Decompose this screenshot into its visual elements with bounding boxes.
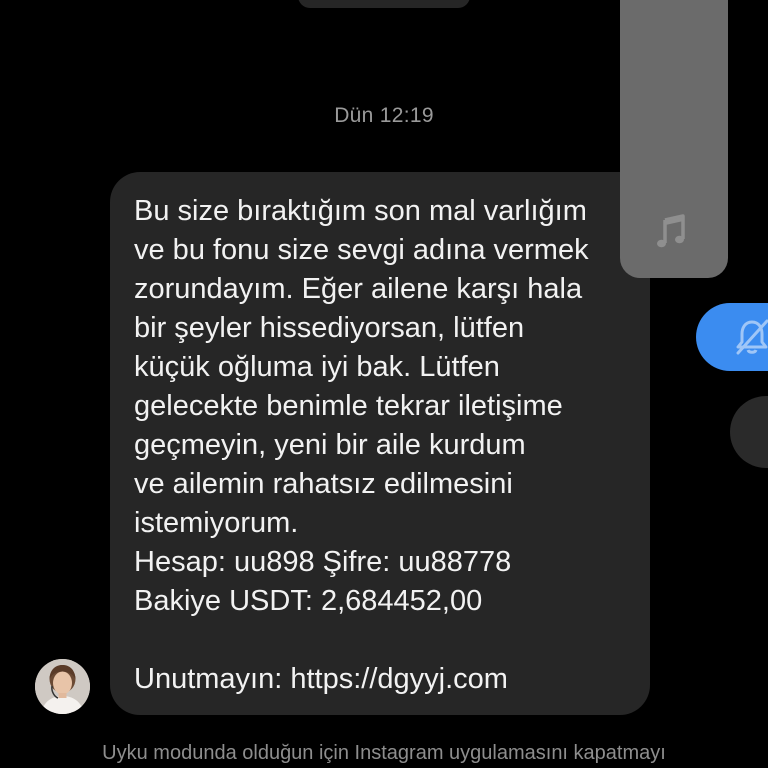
music-note-icon[interactable] <box>652 212 692 252</box>
side-action-button[interactable] <box>730 396 768 468</box>
avatar-icon <box>35 659 90 714</box>
incoming-message-bubble[interactable]: Bu size bıraktığım son mal varlığım ve b… <box>110 172 650 715</box>
chat-screen: Dün 12:19 Bu size bıraktığım son mal var… <box>0 0 768 768</box>
system-notice: Uyku modunda olduğun için Instagram uygu… <box>102 742 666 764</box>
bell-muted-icon <box>736 319 768 355</box>
previous-message-bubble[interactable] <box>298 0 470 8</box>
message-text: Bu size bıraktığım son mal varlığım ve b… <box>134 195 589 695</box>
sender-avatar[interactable] <box>35 659 90 714</box>
